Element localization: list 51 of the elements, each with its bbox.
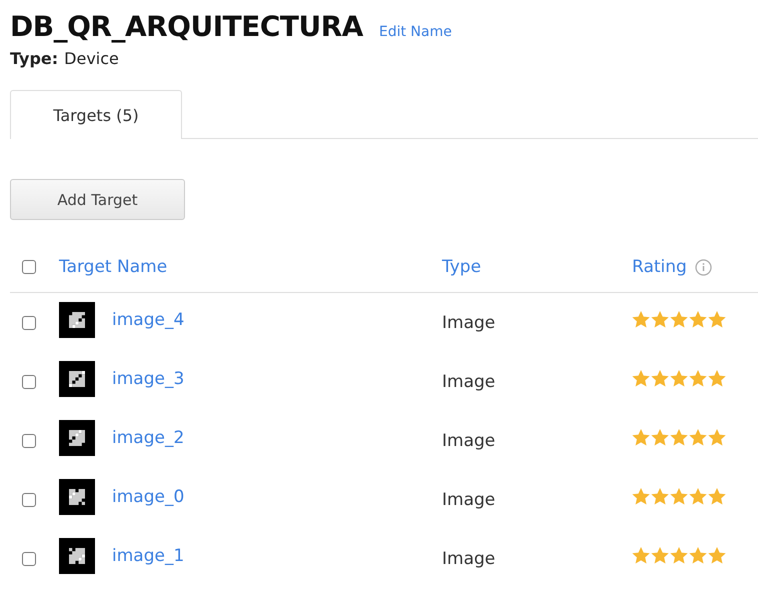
- row-checkbox[interactable]: [22, 316, 36, 330]
- star-icon: [670, 547, 688, 564]
- type-cell-text: Image: [442, 548, 496, 568]
- type-cell-text: Image: [442, 312, 496, 332]
- star-icon: [689, 429, 707, 446]
- type-value: Device: [64, 49, 119, 68]
- star-icon: [708, 429, 726, 446]
- edit-name-link[interactable]: Edit Name: [378, 24, 452, 40]
- star-icon: [651, 311, 669, 328]
- star-icon: [708, 311, 726, 328]
- star-icon: [632, 370, 650, 387]
- star-icon: [689, 488, 707, 505]
- row-checkbox[interactable]: [22, 492, 36, 506]
- row-checkbox[interactable]: [22, 434, 36, 448]
- star-icon: [670, 370, 688, 387]
- info-icon[interactable]: [694, 258, 712, 276]
- star-icon: [689, 370, 707, 387]
- target-name-link[interactable]: image_0: [112, 486, 442, 506]
- target-name-link[interactable]: image_1: [112, 546, 442, 566]
- star-icon: [670, 488, 688, 505]
- row-checkbox[interactable]: [22, 374, 36, 388]
- type-cell-text: Image: [442, 430, 496, 450]
- star-icon: [651, 429, 669, 446]
- star-icon: [689, 311, 707, 328]
- star-icon: [632, 429, 650, 446]
- tab[interactable]: Targets (5): [10, 90, 182, 139]
- star-icon: [708, 370, 726, 387]
- page-title: DB_QR_ARQUITECTURA: [10, 10, 363, 43]
- target-name-link[interactable]: image_3: [112, 368, 442, 388]
- column-header[interactable]: Rating: [632, 257, 687, 277]
- column-header[interactable]: Type: [442, 257, 632, 277]
- target-name-link[interactable]: image_4: [112, 310, 442, 330]
- star-icon: [670, 429, 688, 446]
- star-icon: [632, 547, 650, 564]
- star-icon: [632, 488, 650, 505]
- star-icon: [708, 547, 726, 564]
- star-icon: [651, 488, 669, 505]
- star-icon: [632, 311, 650, 328]
- type-cell-text: Image: [442, 372, 496, 392]
- star-icon: [651, 547, 669, 564]
- star-icon: [670, 311, 688, 328]
- star-icon: [708, 488, 726, 505]
- select-all-checkbox[interactable]: [22, 260, 36, 274]
- row-checkbox[interactable]: [22, 552, 36, 566]
- type-cell-text: Image: [442, 490, 496, 510]
- star-icon: [651, 370, 669, 387]
- column-header[interactable]: Target Name: [59, 257, 442, 277]
- add-target-button[interactable]: Add Target: [10, 179, 185, 220]
- target-name-link[interactable]: image_2: [112, 428, 442, 448]
- star-icon: [689, 547, 707, 564]
- type-label: Type:: [10, 49, 58, 68]
